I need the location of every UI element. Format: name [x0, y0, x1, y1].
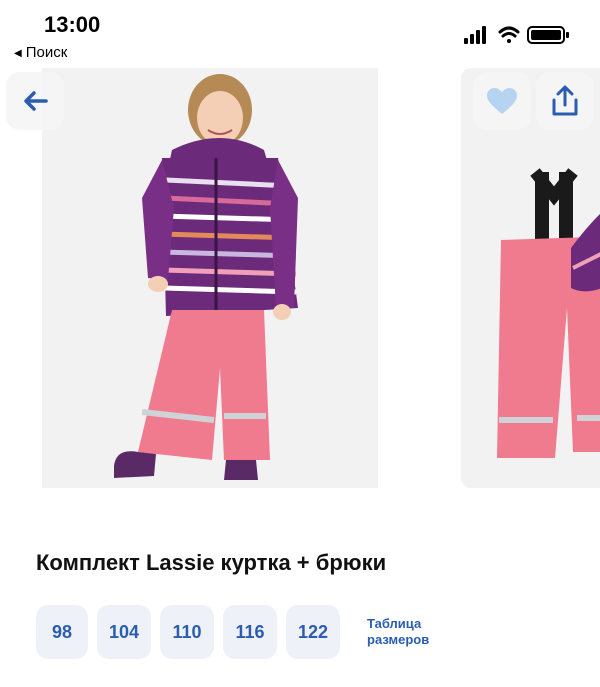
- product-photo-main[interactable]: [42, 68, 378, 488]
- back-to-app-link[interactable]: ◀ Поиск: [14, 44, 67, 61]
- heart-icon: [487, 88, 517, 114]
- size-chip-104[interactable]: 104: [97, 605, 151, 659]
- status-icons: [464, 26, 569, 44]
- back-button[interactable]: [6, 72, 64, 130]
- size-chip-122[interactable]: 122: [286, 605, 340, 659]
- status-time: 13:00: [44, 12, 101, 37]
- arrow-left-icon: [24, 91, 48, 111]
- snow-pants-image: [497, 168, 600, 458]
- product-gallery[interactable]: [0, 68, 600, 490]
- size-chip-98[interactable]: 98: [36, 605, 88, 659]
- status-bar: 13:00 ◀ Поиск: [0, 0, 600, 66]
- size-table-link[interactable]: Таблица размеров: [367, 616, 447, 648]
- size-chip-110[interactable]: 110: [160, 605, 214, 659]
- favorite-button[interactable]: [473, 72, 531, 130]
- size-table-line2: размеров: [367, 632, 430, 647]
- child-in-snowsuit-image: [114, 74, 298, 480]
- product-title: Комплект Lassie куртка + брюки: [36, 550, 387, 575]
- back-app-label: Поиск: [25, 44, 68, 61]
- share-icon: [552, 85, 578, 116]
- share-button[interactable]: [536, 72, 594, 130]
- back-triangle-icon: ◀: [14, 48, 22, 59]
- size-table-line1: Таблица: [367, 616, 422, 631]
- cellular-signal-icon: [464, 26, 486, 44]
- size-selector: 98 104 110 116 122 Таблица размеров: [36, 604, 447, 660]
- wifi-icon: [498, 26, 520, 43]
- battery-icon: [527, 26, 569, 44]
- size-chip-116[interactable]: 116: [223, 605, 277, 659]
- product-photo-pants[interactable]: [461, 68, 600, 488]
